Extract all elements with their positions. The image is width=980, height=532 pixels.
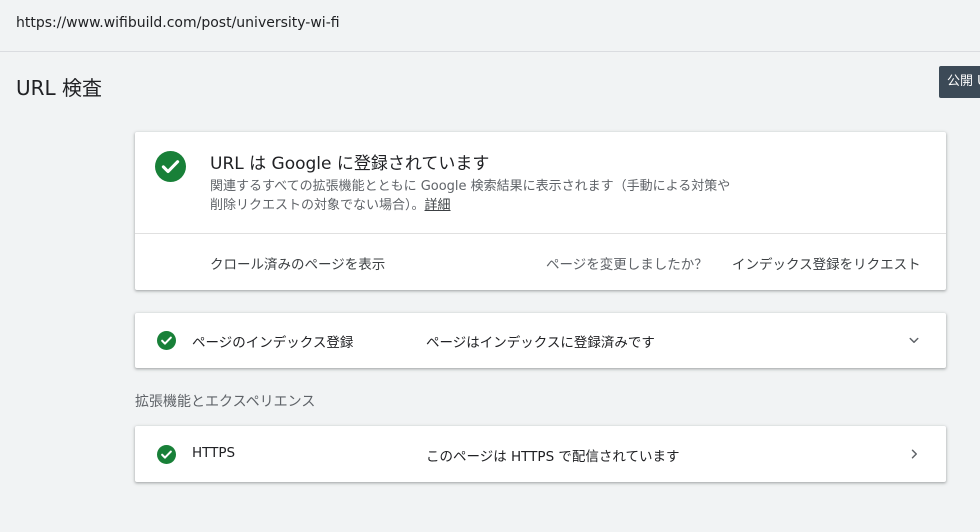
- chevron-right-icon[interactable]: [905, 445, 923, 463]
- request-indexing-button[interactable]: インデックス登録をリクエスト: [732, 253, 921, 273]
- https-label: HTTPS: [192, 445, 236, 461]
- publish-button[interactable]: 公開 U: [939, 66, 980, 98]
- check-circle-icon: [155, 151, 186, 182]
- chevron-down-icon[interactable]: [905, 331, 923, 349]
- page-indexing-label: ページのインデックス登録: [192, 335, 354, 351]
- page-changed-question: ページを変更しましたか？: [546, 257, 708, 273]
- https-row[interactable]: HTTPS このページは HTTPS で配信されています: [135, 426, 946, 482]
- check-circle-icon: [157, 331, 176, 350]
- enhancements-heading: 拡張機能とエクスペリエンス: [135, 394, 316, 410]
- divider: [135, 233, 946, 234]
- page-indexing-value: ページはインデックスに登録済みです: [426, 335, 655, 351]
- status-title: URL は Google に登録されています: [210, 154, 490, 174]
- status-description: 関連するすべての拡張機能とともに Google 検索結果に表示されます（手動によ…: [210, 177, 740, 215]
- inspected-url[interactable]: https://www.wifibuild.com/post/universit…: [16, 15, 340, 31]
- view-crawled-page-button[interactable]: クロール済みのページを表示: [210, 253, 385, 273]
- url-bar: https://www.wifibuild.com/post/universit…: [0, 0, 980, 52]
- https-value: このページは HTTPS で配信されています: [426, 449, 680, 465]
- url-status-card: URL は Google に登録されています 関連するすべての拡張機能とともに …: [135, 132, 946, 290]
- status-description-text: 関連するすべての拡張機能とともに Google 検索結果に表示されます（手動によ…: [210, 179, 731, 213]
- page-title: URL 検査: [16, 76, 103, 100]
- check-circle-icon: [157, 445, 176, 464]
- details-link[interactable]: 詳細: [425, 198, 451, 213]
- page-indexing-row[interactable]: ページのインデックス登録 ページはインデックスに登録済みです: [135, 313, 946, 368]
